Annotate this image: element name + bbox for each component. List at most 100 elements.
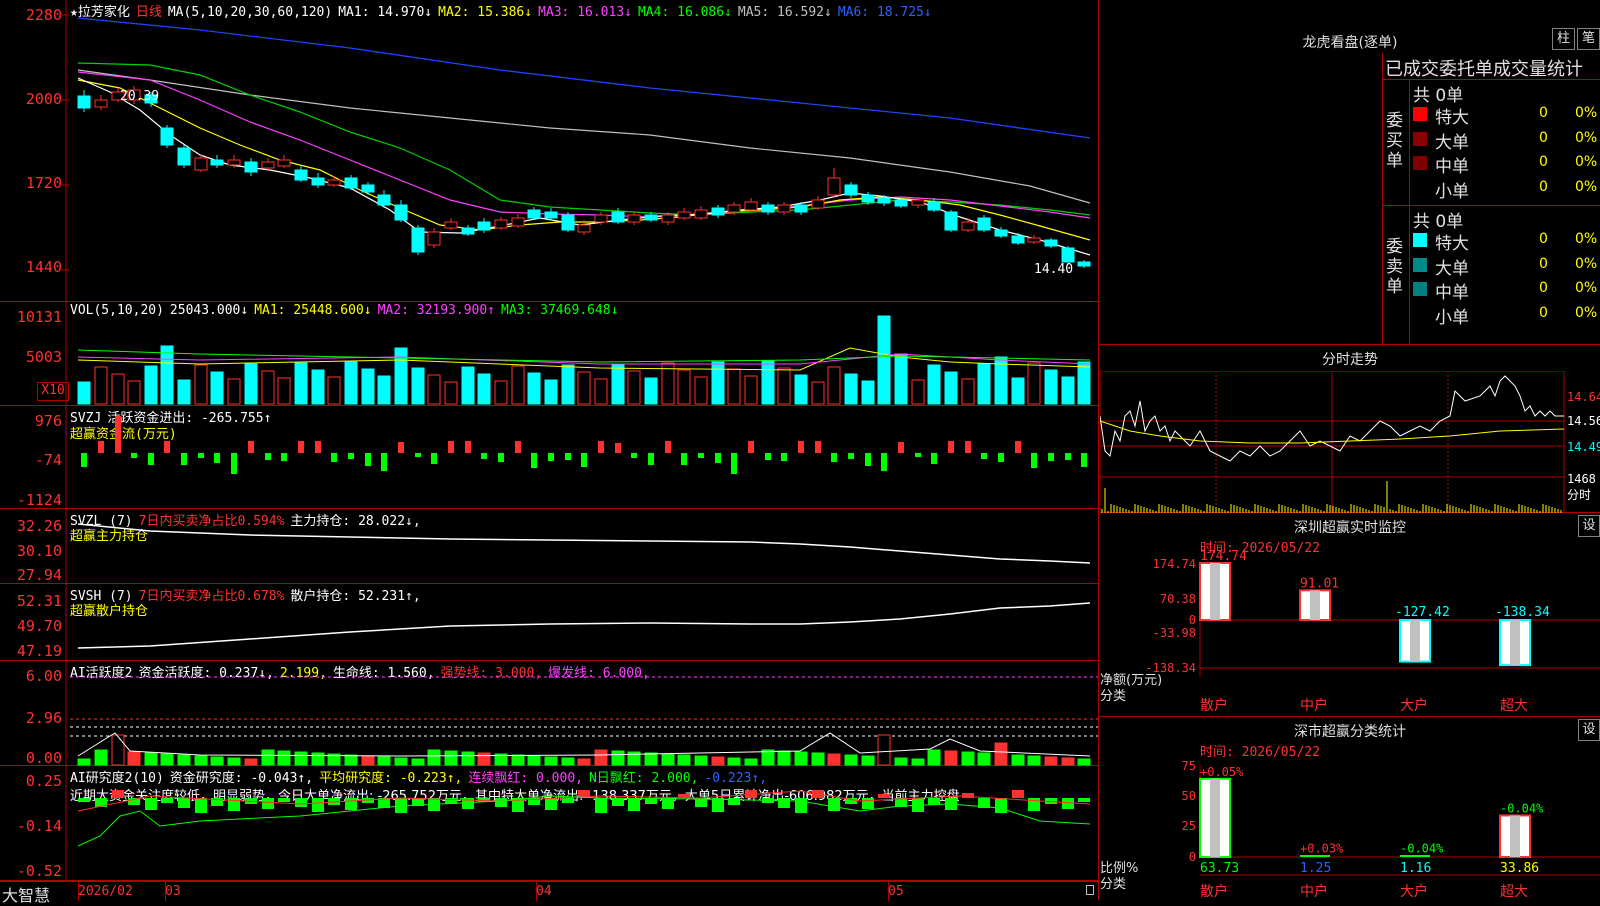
candle-body <box>1077 261 1091 267</box>
bar-view-button[interactable]: 柱 <box>1552 28 1575 50</box>
intraday-panel[interactable]: 分时走势 14.64 14.56 14.49 1468 分时 <box>1100 345 1600 513</box>
ai-activity-panel[interactable]: AI活跃度2 资金活跃度: 0.237↓, 2.199, 生命线: 1.560, 强势线… <box>0 661 1098 767</box>
svzj-bar <box>315 441 321 453</box>
volume-bar <box>977 363 991 405</box>
svzj-bar <box>698 453 704 458</box>
ai1-bar <box>861 755 875 766</box>
order-row-count: 0 <box>1539 105 1548 121</box>
svzl-line <box>77 523 1091 564</box>
svzj-bar <box>681 453 687 465</box>
ai2-bar <box>712 798 724 812</box>
volume-bar <box>927 364 941 405</box>
classify-axis-label: 25 <box>1182 819 1196 833</box>
order-row-count: 0 <box>1539 154 1548 170</box>
ai-research-panel[interactable]: AI研究度2(10) 资金研究度: -0.043↑, 平均研究度: -0.223↑,… <box>0 766 1098 881</box>
intraday-chart[interactable]: 14.64 14.56 14.49 1468 分时 <box>1100 371 1600 513</box>
svzj-bar <box>631 453 637 458</box>
svzl-panel[interactable]: SVZL (7) 7日内买卖净占比0.594% 主力持仓: 28.022↓, 超赢主… <box>0 509 1098 584</box>
order-row-pct: 0% <box>1575 304 1598 321</box>
order-row: 特大 0 0% <box>1413 103 1600 128</box>
candle-body <box>527 209 541 219</box>
volume-chart <box>65 302 1091 406</box>
ai1-bar <box>777 750 791 766</box>
date-axis[interactable]: 大智慧 2026/02 03 04 05 <box>0 881 1098 905</box>
monitor-value-label: 91.01 <box>1300 576 1339 591</box>
svzj-panel[interactable]: SVZJ 活跃资金进出: -265.755↑ 超赢资金流(万元) 976 -74 … <box>0 406 1098 509</box>
candle-body <box>444 221 458 229</box>
svzj-bar <box>298 441 304 453</box>
order-row: 大单 0 0% <box>1413 254 1600 279</box>
candle-body <box>627 214 641 223</box>
ai1-bar <box>761 749 775 766</box>
ai1-bar <box>294 751 308 766</box>
candle-body <box>577 224 591 233</box>
date-label: 2026/02 <box>78 884 133 899</box>
ai1-bar <box>1044 756 1058 766</box>
classify-bar <box>1199 777 1231 858</box>
ai1-bar <box>511 754 525 766</box>
order-row-label: 特大 <box>1435 108 1469 128</box>
svzj-bar <box>1031 453 1037 468</box>
volume-bar <box>344 361 358 405</box>
volume-bar <box>461 366 475 405</box>
candle-body <box>411 227 425 253</box>
monitor-axis-label: 0 <box>1189 613 1196 627</box>
high-price-label: 20.39 <box>120 89 159 104</box>
svsh-panel[interactable]: SVSH (7) 7日内买卖净占比0.678% 散户持仓: 52.231↑, 超赢散… <box>0 584 1098 661</box>
svzj-bar <box>648 453 654 465</box>
volume-bar <box>827 366 841 405</box>
monitor-panel: 深圳超赢实时监控 设 时间: 2026/05/22 174.74 70.38 0… <box>1100 513 1600 717</box>
order-row-count: 0 <box>1539 280 1548 296</box>
order-row: 中单 0 0% <box>1413 152 1600 177</box>
volume-bar <box>544 379 558 405</box>
monitor-value-label: -138.34 <box>1495 605 1550 620</box>
ai2-bar <box>1062 798 1074 809</box>
tick-view-button[interactable]: 笔 <box>1577 28 1600 50</box>
ai1-bar <box>544 756 558 766</box>
volume-bar <box>294 362 308 405</box>
classify-axis-label: 50 <box>1182 789 1196 803</box>
svzj-bar <box>415 453 421 457</box>
svzj-bar <box>148 453 154 465</box>
kline-chart[interactable]: 20.39 14.40 <box>0 0 1098 302</box>
kline-panel[interactable]: ★拉芳家化 日线 MA(5,10,20,30,60,120) MA1: 14.970↓… <box>0 0 1098 302</box>
candle-body <box>877 197 891 204</box>
volume-bar <box>794 374 808 405</box>
order-row-pct: 0% <box>1575 280 1598 296</box>
svzj-bar <box>748 441 754 453</box>
volume-bar <box>727 368 741 405</box>
svzj-bar <box>365 453 371 466</box>
ai1-bar <box>577 758 591 766</box>
svzj-bar <box>931 453 937 464</box>
svzj-bar <box>115 416 121 453</box>
buy-orders-label: 委买单 <box>1386 111 1403 171</box>
date-label: 04 <box>536 884 552 899</box>
ai1-bar <box>411 758 425 766</box>
ai1-bars <box>77 734 1091 766</box>
volume-bar <box>77 381 91 405</box>
ai1-bar <box>877 734 891 766</box>
lock-icon[interactable] <box>1086 885 1094 895</box>
intraday-low-label: 14.49 <box>1567 440 1600 454</box>
svzj-bar <box>981 453 987 459</box>
monitor-axis-sub: 分类 <box>1100 689 1127 704</box>
monitor-bar-shade <box>1410 620 1420 662</box>
classify-top-label: -0.04% <box>1400 842 1444 856</box>
svzj-bar <box>398 442 404 453</box>
volume-bar <box>577 371 591 405</box>
ai2-bar <box>195 798 207 813</box>
volume-panel[interactable]: VOL(5,10,20) 25043.000↓ MA1: 25448.600↓ MA2… <box>0 302 1098 406</box>
candle-body <box>94 99 108 108</box>
candle-body <box>994 229 1008 237</box>
brand-label[interactable]: 大智慧 <box>2 882 50 906</box>
volume-bar <box>1027 362 1041 405</box>
candle-body <box>744 201 758 211</box>
volume-bar <box>1044 369 1058 405</box>
order-row-pct: 0% <box>1575 178 1598 195</box>
candle-body <box>711 207 725 216</box>
volume-bar <box>594 378 608 405</box>
dragon-title: 龙虎看盘(逐单) <box>1302 35 1398 51</box>
svzj-bar <box>765 453 771 460</box>
volume-bar <box>761 360 775 405</box>
order-row-label: 大单 <box>1435 132 1469 153</box>
